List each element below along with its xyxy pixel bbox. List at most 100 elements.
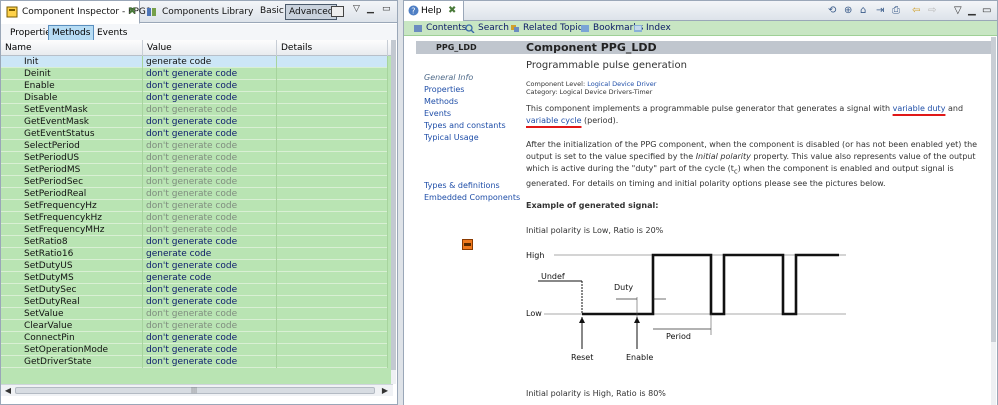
method-value[interactable]: don't generate code	[143, 260, 277, 272]
table-row[interactable]: SetPeriodUS don't generate code	[1, 152, 388, 164]
table-row[interactable]: Init generate code	[1, 56, 388, 68]
table-row[interactable]: SelectPeriod don't generate code	[1, 140, 388, 152]
table-row[interactable]: ConnectPin don't generate code	[1, 332, 388, 344]
method-details[interactable]	[277, 320, 388, 332]
table-row[interactable]: SetRatio8 don't generate code	[1, 236, 388, 248]
toc-link-events[interactable]: Events	[424, 109, 451, 118]
method-value[interactable]: don't generate code	[143, 140, 277, 152]
method-details[interactable]	[277, 152, 388, 164]
component-level-link[interactable]: Logical Device Driver	[587, 80, 656, 88]
tab-help[interactable]: ? Help ✖	[404, 1, 464, 22]
vertical-scrollbar[interactable]	[391, 40, 396, 384]
method-value[interactable]: don't generate code	[143, 236, 277, 248]
method-details[interactable]	[277, 56, 388, 68]
table-row[interactable]: SetDutyMS generate code	[1, 272, 388, 284]
table-row[interactable]: SetPeriodReal don't generate code	[1, 188, 388, 200]
method-value[interactable]: don't generate code	[143, 80, 277, 92]
method-details[interactable]	[277, 308, 388, 320]
nav-contents[interactable]: Contents	[413, 21, 466, 36]
home-icon[interactable]: ⌂	[860, 5, 866, 16]
nav-index[interactable]: Index	[633, 21, 671, 36]
variable-duty-link[interactable]: variable duty	[893, 104, 946, 113]
minimize-icon[interactable]: ▁	[367, 4, 374, 14]
table-row[interactable]: SetDutySec don't generate code	[1, 284, 388, 296]
table-row[interactable]: SetDutyReal don't generate code	[1, 296, 388, 308]
nav-search[interactable]: Search	[465, 21, 509, 36]
method-value[interactable]: don't generate code	[143, 212, 277, 224]
method-details[interactable]	[277, 164, 388, 176]
method-details[interactable]	[277, 128, 388, 140]
method-value[interactable]: don't generate code	[143, 152, 277, 164]
bookmark-add-icon[interactable]: ⊕	[844, 5, 852, 16]
toc-link-embedded-components[interactable]: Embedded Components	[424, 193, 520, 202]
method-value[interactable]: don't generate code	[143, 224, 277, 236]
view-menu-icon[interactable]: ▽	[954, 5, 962, 16]
method-details[interactable]	[277, 176, 388, 188]
variable-cycle-link[interactable]: variable cycle	[526, 116, 582, 125]
toc-link-methods[interactable]: Methods	[424, 97, 458, 106]
advanced-mode-button[interactable]: Advanced	[285, 4, 338, 20]
toc-link-types-constants[interactable]: Types and constants	[424, 121, 506, 130]
table-row[interactable]: SetPeriodMS don't generate code	[1, 164, 388, 176]
method-value[interactable]: generate code	[143, 248, 277, 260]
scroll-right-icon[interactable]: ▶	[379, 385, 391, 396]
method-value[interactable]: don't generate code	[143, 344, 277, 356]
method-details[interactable]	[277, 212, 388, 224]
table-row[interactable]: SetFrequencykHz don't generate code	[1, 212, 388, 224]
method-details[interactable]	[277, 344, 388, 356]
method-value[interactable]: don't generate code	[143, 188, 277, 200]
maximize-icon[interactable]: ▭	[982, 5, 991, 16]
table-row[interactable]: Enable don't generate code	[1, 80, 388, 92]
method-value[interactable]: don't generate code	[143, 356, 277, 368]
method-details[interactable]	[277, 284, 388, 296]
method-value[interactable]: don't generate code	[143, 164, 277, 176]
method-value[interactable]: don't generate code	[143, 308, 277, 320]
table-row[interactable]: Deinit don't generate code	[1, 68, 388, 80]
method-details[interactable]	[277, 236, 388, 248]
method-details[interactable]	[277, 248, 388, 260]
method-value[interactable]: don't generate code	[143, 128, 277, 140]
view-menu-icon[interactable]: ▽	[353, 4, 360, 14]
table-row[interactable]: SetPeriodSec don't generate code	[1, 176, 388, 188]
tab-components-library[interactable]: Components Library	[141, 1, 253, 23]
method-details[interactable]	[277, 188, 388, 200]
column-header-details[interactable]: Details	[277, 40, 388, 56]
method-details[interactable]	[277, 92, 388, 104]
method-details[interactable]	[277, 104, 388, 116]
table-row[interactable]: Disable don't generate code	[1, 92, 388, 104]
table-row[interactable]: GetEventMask don't generate code	[1, 116, 388, 128]
toc-link-typical-usage[interactable]: Typical Usage	[424, 133, 479, 142]
toolbar-view-icon[interactable]	[331, 6, 344, 17]
method-value[interactable]: generate code	[143, 56, 277, 68]
table-row[interactable]: SetValue don't generate code	[1, 308, 388, 320]
method-details[interactable]	[277, 68, 388, 80]
print-icon[interactable]: ⎙	[892, 5, 900, 16]
sync-icon[interactable]: ⟲	[828, 5, 836, 16]
method-value[interactable]: don't generate code	[143, 332, 277, 344]
method-details[interactable]	[277, 116, 388, 128]
table-row[interactable]: SetFrequencyMHz don't generate code	[1, 224, 388, 236]
table-row[interactable]: GetDriverState don't generate code	[1, 356, 388, 368]
show-in-contents-icon[interactable]: ⇥	[876, 5, 884, 16]
scroll-thumb[interactable]	[991, 37, 996, 342]
table-row[interactable]: SetEventMask don't generate code	[1, 104, 388, 116]
method-value[interactable]: don't generate code	[143, 176, 277, 188]
horizontal-scrollbar[interactable]: ◀ ||| ▶	[1, 384, 393, 396]
method-value[interactable]: don't generate code	[143, 68, 277, 80]
method-details[interactable]	[277, 296, 388, 308]
scroll-thumb[interactable]: |||	[15, 387, 375, 394]
scroll-thumb[interactable]	[391, 40, 396, 370]
toc-link-properties[interactable]: Properties	[424, 85, 464, 94]
tab-component-inspector[interactable]: Component Inspector - PPG1 ✖	[1, 1, 152, 24]
scroll-left-icon[interactable]: ◀	[2, 385, 14, 396]
close-icon[interactable]: ✖	[128, 1, 136, 23]
tab-methods[interactable]: Methods	[48, 25, 95, 40]
method-details[interactable]	[277, 200, 388, 212]
help-vertical-scrollbar[interactable]	[991, 37, 996, 405]
method-details[interactable]	[277, 140, 388, 152]
minimize-icon[interactable]: ▁	[968, 5, 976, 16]
method-details[interactable]	[277, 260, 388, 272]
method-value[interactable]: don't generate code	[143, 116, 277, 128]
back-icon[interactable]: ⇦	[912, 5, 920, 16]
maximize-icon[interactable]: ▭	[382, 4, 391, 14]
